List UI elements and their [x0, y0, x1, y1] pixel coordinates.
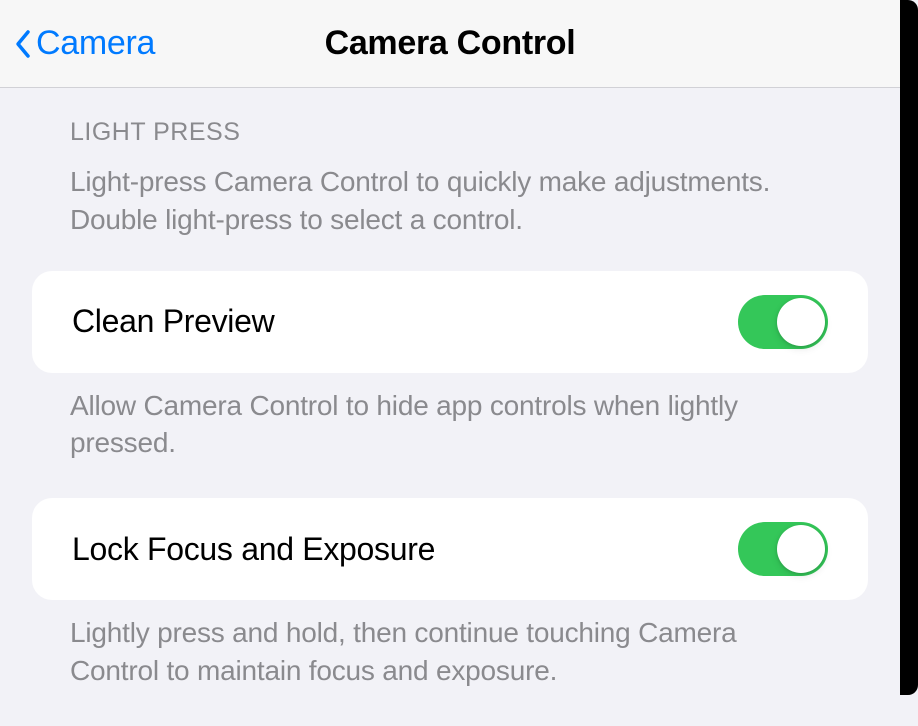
section-description-light-press: Light-press Camera Control to quickly ma… [0, 155, 900, 271]
setting-footer-clean-preview: Allow Camera Control to hide app control… [0, 373, 900, 499]
back-button[interactable]: Camera [0, 24, 155, 63]
chevron-left-icon [14, 29, 32, 59]
toggle-knob [777, 525, 825, 573]
navbar: Camera Camera Control [0, 0, 900, 88]
setting-label-lock-focus: Lock Focus and Exposure [72, 531, 435, 568]
back-label: Camera [36, 24, 155, 63]
toggle-knob [777, 298, 825, 346]
settings-scroll: LIGHT PRESS Light-press Camera Control t… [0, 88, 900, 726]
section-header-light-press: LIGHT PRESS [0, 88, 900, 155]
page-title: Camera Control [325, 24, 576, 63]
toggle-clean-preview[interactable] [738, 295, 828, 349]
setting-label-clean-preview: Clean Preview [72, 303, 274, 340]
setting-row-clean-preview[interactable]: Clean Preview [32, 271, 868, 373]
setting-row-lock-focus[interactable]: Lock Focus and Exposure [32, 498, 868, 600]
device-frame-edge [900, 0, 918, 695]
setting-footer-lock-focus: Lightly press and hold, then continue to… [0, 600, 900, 726]
toggle-lock-focus[interactable] [738, 522, 828, 576]
